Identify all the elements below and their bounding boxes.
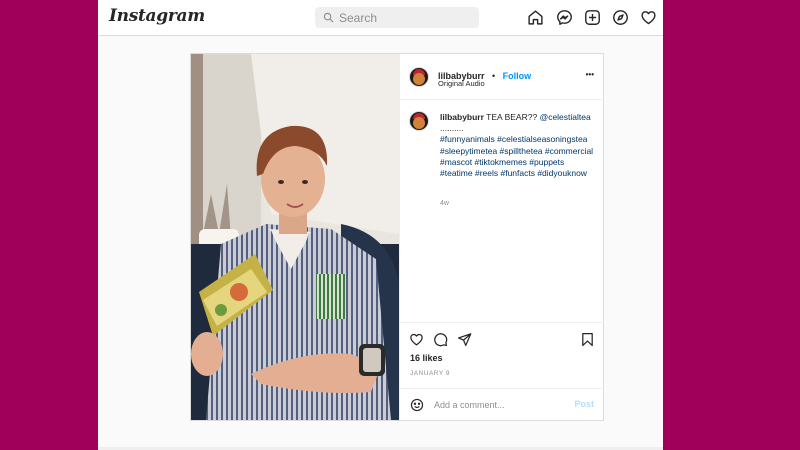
- post-comment-button[interactable]: Post: [574, 399, 594, 409]
- likes-count[interactable]: 16 likes: [410, 353, 443, 363]
- comment-bar: Post: [400, 388, 604, 420]
- video-frame-illustration: [191, 54, 399, 420]
- caption-age: 4w: [440, 200, 449, 207]
- search-input[interactable]: [339, 9, 473, 26]
- follow-button[interactable]: Follow: [503, 71, 532, 81]
- caption-username[interactable]: lilbabyburr: [440, 112, 484, 122]
- caption-mention[interactable]: @celestialtea: [540, 112, 591, 122]
- save-icon[interactable]: [580, 332, 595, 347]
- search-box[interactable]: [315, 7, 479, 28]
- top-navigation-bar: Instagram: [98, 0, 663, 36]
- audio-label[interactable]: Original Audio: [438, 79, 485, 88]
- instagram-logo[interactable]: Instagram: [109, 6, 205, 26]
- post-caption: lilbabyburr TEA BEAR?? @celestialtea ...…: [440, 112, 598, 179]
- post-actions: [400, 322, 604, 352]
- emoji-icon[interactable]: [410, 398, 424, 412]
- separator-dot: •: [491, 71, 496, 81]
- instagram-page: Instagram Search lilbabyburr • Follow Or…: [98, 0, 663, 450]
- more-options-icon[interactable]: •••: [586, 70, 594, 79]
- caption-dots: ..........: [440, 123, 464, 134]
- caption-avatar[interactable]: [409, 111, 429, 131]
- share-icon[interactable]: [457, 332, 472, 347]
- comment-input[interactable]: [434, 397, 564, 413]
- new-post-icon[interactable]: [584, 9, 601, 26]
- caption-hashtags[interactable]: #funnyanimals #celestialseasoningstea #s…: [440, 134, 593, 178]
- comment-icon[interactable]: [433, 332, 448, 347]
- post-header: lilbabyburr • Follow Original Audio •••: [400, 54, 604, 100]
- caption-text: TEA BEAR??: [486, 112, 538, 122]
- home-icon[interactable]: [527, 9, 544, 26]
- search-icon: [323, 12, 334, 23]
- post-card: lilbabyburr • Follow Original Audio ••• …: [190, 53, 604, 421]
- activity-icon[interactable]: [640, 9, 657, 26]
- explore-icon[interactable]: [612, 9, 629, 26]
- post-sidebar: lilbabyburr • Follow Original Audio ••• …: [399, 54, 604, 420]
- messenger-icon[interactable]: [556, 9, 573, 26]
- post-video[interactable]: [191, 54, 399, 420]
- post-date: JANUARY 9: [410, 370, 451, 377]
- author-avatar[interactable]: [409, 67, 429, 87]
- like-icon[interactable]: [409, 332, 424, 347]
